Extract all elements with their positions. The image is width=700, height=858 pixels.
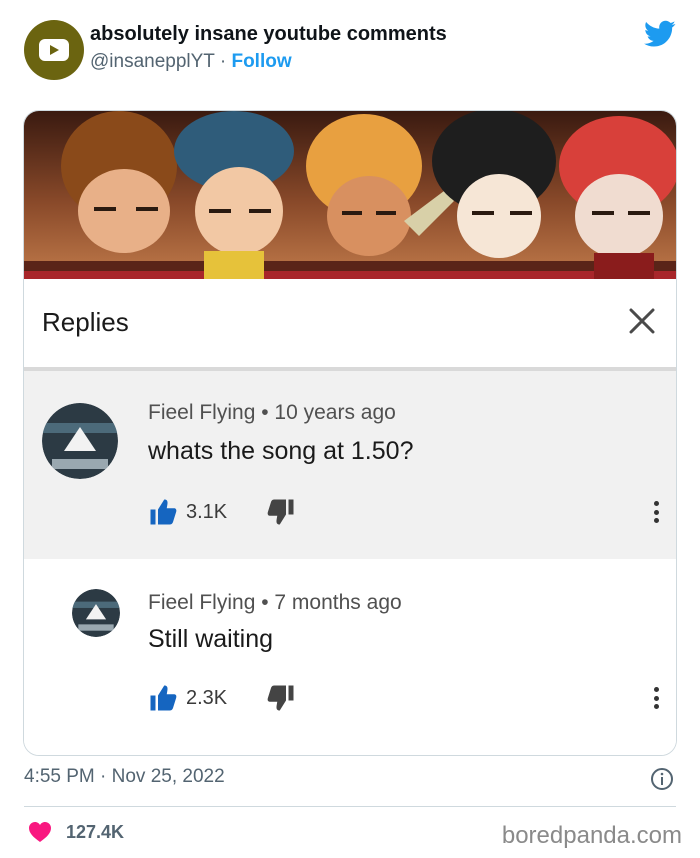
account-name[interactable]: absolutely insane youtube comments bbox=[90, 23, 447, 46]
youtube-logo-icon bbox=[39, 39, 69, 61]
info-icon[interactable] bbox=[650, 767, 674, 791]
heart-icon[interactable] bbox=[28, 821, 52, 843]
like-action[interactable]: 127.4K bbox=[28, 820, 124, 844]
thumbs-up-icon[interactable] bbox=[148, 683, 178, 713]
comment-age: 7 months ago bbox=[274, 591, 402, 614]
comment-actions: 2.3K bbox=[148, 683, 296, 713]
follow-button[interactable]: Follow bbox=[231, 51, 291, 72]
tweet-media[interactable]: Replies Fieel Flying • 10 years ago what… bbox=[23, 110, 677, 756]
comment-meta: Fieel Flying • 7 months ago bbox=[148, 591, 402, 615]
more-vert-icon[interactable] bbox=[652, 497, 660, 527]
comment-author[interactable]: Fieel Flying bbox=[148, 591, 255, 614]
handle-line: @insanepplYT · Follow bbox=[90, 51, 292, 73]
comment-age: 10 years ago bbox=[274, 401, 396, 424]
commenter-avatar[interactable] bbox=[42, 403, 118, 479]
separator-dot: · bbox=[219, 51, 227, 72]
meta-dot: • bbox=[261, 401, 269, 424]
divider bbox=[24, 806, 676, 807]
comment-text: whats the song at 1.50? bbox=[148, 437, 414, 465]
watermark-text: boredpanda.com bbox=[501, 822, 682, 849]
comment-item: Fieel Flying • 10 years ago whats the so… bbox=[24, 371, 676, 559]
account-avatar[interactable] bbox=[24, 20, 84, 80]
like-count: 3.1K bbox=[186, 500, 228, 523]
commenter-avatar[interactable] bbox=[72, 589, 120, 637]
comment-text: Still waiting bbox=[148, 625, 274, 653]
comment-meta: Fieel Flying • 10 years ago bbox=[148, 401, 396, 425]
cartoon-banner-image bbox=[24, 111, 676, 279]
twitter-bird-icon[interactable] bbox=[644, 20, 676, 48]
tweet-timestamp[interactable]: 4:55 PM · Nov 25, 2022 bbox=[24, 766, 225, 788]
like-count: 2.3K bbox=[186, 686, 228, 709]
comment-item: Fieel Flying • 7 months ago Still waitin… bbox=[24, 559, 676, 755]
close-icon[interactable] bbox=[626, 305, 658, 337]
meta-dot: • bbox=[261, 591, 269, 614]
comment-author[interactable]: Fieel Flying bbox=[148, 401, 255, 424]
tweet-header: absolutely insane youtube comments @insa… bbox=[24, 18, 676, 80]
thumbs-up-icon[interactable] bbox=[148, 497, 178, 527]
more-vert-icon[interactable] bbox=[652, 683, 660, 713]
account-handle[interactable]: @insanepplYT bbox=[90, 51, 215, 72]
thumbs-down-icon[interactable] bbox=[266, 683, 296, 713]
comment-actions: 3.1K bbox=[148, 497, 296, 527]
likes-count: 127.4K bbox=[66, 821, 125, 842]
thumbs-down-icon[interactable] bbox=[266, 497, 296, 527]
replies-header: Replies bbox=[24, 279, 676, 371]
replies-title: Replies bbox=[42, 307, 129, 337]
